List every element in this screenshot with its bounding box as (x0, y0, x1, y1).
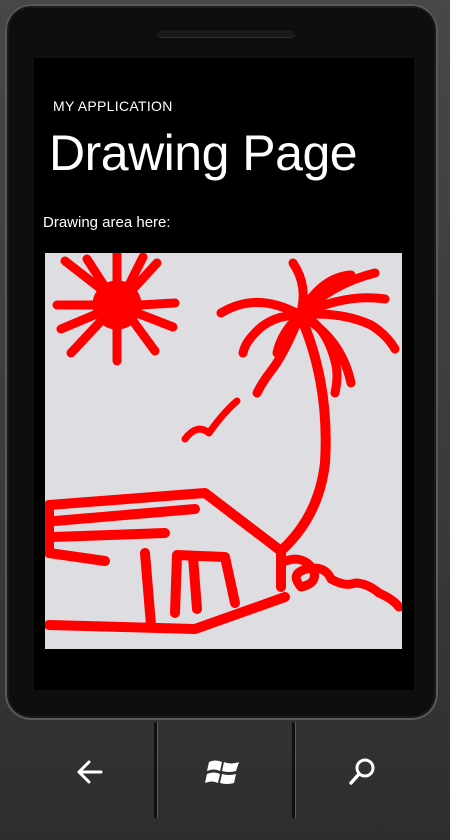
ground-drawing (276, 554, 404, 612)
search-button[interactable] (292, 722, 432, 822)
drawing-area-label: Drawing area here: (43, 214, 171, 231)
hardware-nav-bar (0, 722, 450, 840)
page-title: Drawing Page (49, 125, 358, 181)
app-title: MY APPLICATION (53, 98, 173, 114)
windows-logo-icon (205, 760, 239, 784)
search-icon (349, 758, 375, 785)
start-button[interactable] (155, 722, 295, 822)
back-button[interactable] (20, 722, 160, 822)
phone-screen: MY APPLICATION Drawing Page Drawing area… (34, 58, 414, 690)
bird-drawing (181, 397, 241, 443)
back-arrow-icon (77, 760, 103, 784)
drawing-canvas[interactable] (44, 248, 404, 649)
palm-trunk-drawing (278, 310, 331, 554)
drawing-strokes (44, 248, 404, 634)
earpiece (157, 28, 295, 37)
house-drawing (44, 488, 290, 634)
sun-drawing (52, 248, 180, 366)
